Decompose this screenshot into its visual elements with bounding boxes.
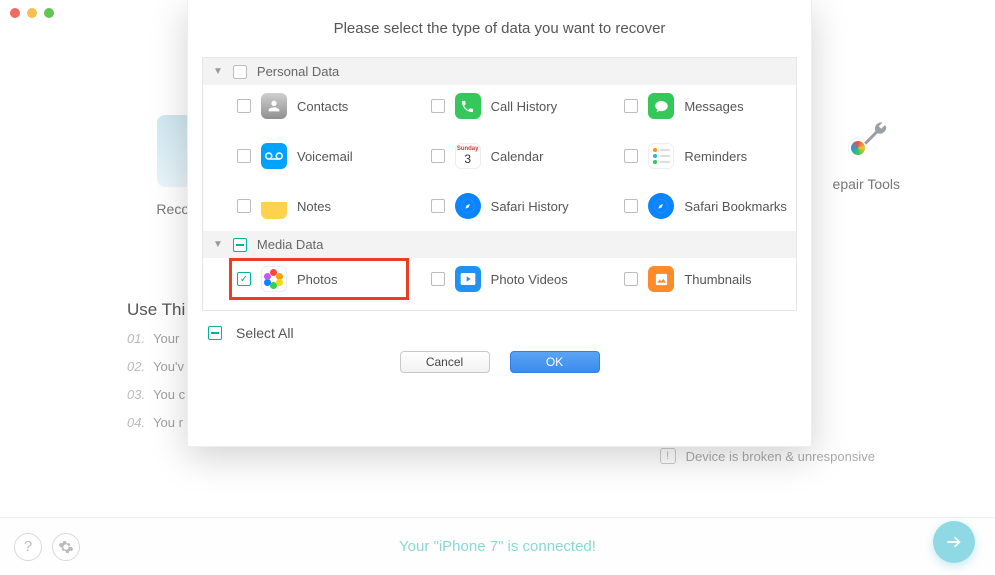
- compass-icon: [648, 193, 674, 219]
- category-label: Personal Data: [257, 64, 339, 79]
- item-label: Voicemail: [297, 149, 353, 164]
- item-checkbox[interactable]: [624, 149, 638, 163]
- disclosure-triangle-icon[interactable]: ▼: [213, 239, 223, 250]
- highlight-box: [229, 258, 409, 300]
- item-voicemail[interactable]: Voicemail: [209, 143, 403, 169]
- select-all-label: Select All: [236, 325, 294, 341]
- cancel-button-label: Cancel: [426, 355, 463, 369]
- notes-icon: [261, 193, 287, 219]
- item-photo-videos[interactable]: Photo Videos: [403, 266, 597, 292]
- compass-icon: [455, 193, 481, 219]
- reminders-icon: [648, 143, 674, 169]
- item-messages[interactable]: Messages: [596, 93, 790, 119]
- item-checkbox[interactable]: [237, 199, 251, 213]
- item-safari-bookmarks[interactable]: Safari Bookmarks: [596, 193, 790, 219]
- category-header-media[interactable]: ▼ Media Data: [203, 231, 796, 258]
- item-calendar[interactable]: Sunday3 Calendar: [403, 143, 597, 169]
- contacts-icon: [261, 93, 287, 119]
- category-checkbox[interactable]: [233, 238, 247, 252]
- item-contacts[interactable]: Contacts: [209, 93, 403, 119]
- ok-button-label: OK: [546, 355, 563, 369]
- arrow-right-icon: [944, 532, 964, 552]
- category-header-personal[interactable]: ▼ Personal Data: [203, 58, 796, 85]
- item-label: Safari Bookmarks: [684, 199, 787, 214]
- item-photos[interactable]: ✓ Photos: [209, 266, 403, 292]
- item-notes[interactable]: Notes: [209, 193, 403, 219]
- item-checkbox[interactable]: [431, 149, 445, 163]
- bg-list-item: You c: [153, 387, 185, 402]
- tools-label: epair Tools: [833, 176, 900, 192]
- item-checkbox[interactable]: [624, 199, 638, 213]
- item-label: Notes: [297, 199, 331, 214]
- item-label: Thumbnails: [684, 272, 751, 287]
- item-label: Safari History: [491, 199, 569, 214]
- item-reminders[interactable]: Reminders: [596, 143, 790, 169]
- item-checkbox[interactable]: [624, 272, 638, 286]
- phone-icon: [455, 93, 481, 119]
- category-checkbox[interactable]: [233, 65, 247, 79]
- connection-status: Your "iPhone 7" is connected!: [0, 538, 995, 555]
- item-label: Messages: [684, 99, 743, 114]
- tools-icon: [842, 120, 890, 168]
- category-label: Media Data: [257, 237, 323, 252]
- ok-button[interactable]: OK: [510, 351, 600, 373]
- bg-list-item: You'v: [153, 359, 184, 374]
- item-label: Contacts: [297, 99, 348, 114]
- item-thumbnails[interactable]: Thumbnails: [596, 266, 790, 292]
- bg-list-item: Your: [153, 331, 179, 346]
- footer-bar: ? Your "iPhone 7" is connected!: [0, 517, 995, 575]
- select-all-checkbox[interactable]: [208, 326, 222, 340]
- item-checkbox[interactable]: [237, 149, 251, 163]
- next-button[interactable]: [933, 521, 975, 563]
- select-data-type-modal: Please select the type of data you want …: [187, 0, 812, 447]
- cancel-button[interactable]: Cancel: [400, 351, 490, 373]
- item-call-history[interactable]: Call History: [403, 93, 597, 119]
- disclosure-triangle-icon[interactable]: ▼: [213, 66, 223, 77]
- category-items-media: ✓ Photos Photo Videos Thumbnails: [203, 258, 796, 310]
- select-all-row[interactable]: Select All: [208, 325, 791, 341]
- calendar-icon: Sunday3: [455, 143, 481, 169]
- modal-button-row: Cancel OK: [188, 351, 811, 373]
- photo-video-icon: [455, 266, 481, 292]
- modal-title: Please select the type of data you want …: [188, 20, 811, 37]
- item-label: Reminders: [684, 149, 747, 164]
- item-label: Photo Videos: [491, 272, 568, 287]
- item-label: Calendar: [491, 149, 544, 164]
- category-items-personal: Contacts Call History Messages Voicemail…: [203, 85, 796, 231]
- item-checkbox[interactable]: [431, 99, 445, 113]
- voicemail-icon: [261, 143, 287, 169]
- item-checkbox[interactable]: [431, 272, 445, 286]
- thumbnails-icon: [648, 266, 674, 292]
- item-checkbox[interactable]: [431, 199, 445, 213]
- bg-list-item: You r: [153, 415, 183, 430]
- item-safari-history[interactable]: Safari History: [403, 193, 597, 219]
- item-checkbox[interactable]: [624, 99, 638, 113]
- messages-icon: [648, 93, 674, 119]
- item-checkbox[interactable]: [237, 99, 251, 113]
- item-label: Call History: [491, 99, 557, 114]
- repair-tools-card: epair Tools: [833, 120, 900, 192]
- bg-check-item: Device is broken & unresponsive: [686, 449, 875, 464]
- category-list: ▼ Personal Data Contacts Call History Me…: [202, 57, 797, 311]
